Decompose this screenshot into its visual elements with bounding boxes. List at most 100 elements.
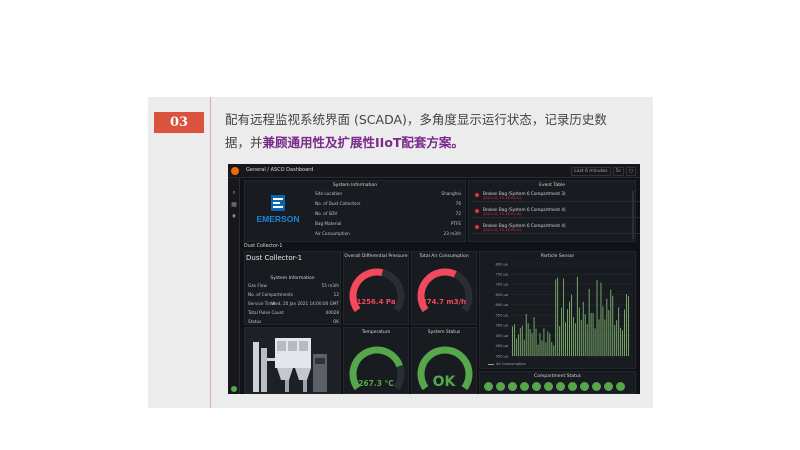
divider-line bbox=[210, 97, 211, 408]
user-avatar[interactable] bbox=[231, 386, 237, 392]
compartment-dot bbox=[616, 382, 625, 391]
event-time: 2021-01-25 14:02:14 bbox=[483, 196, 522, 200]
particle-bar bbox=[525, 313, 527, 356]
refresh-picker[interactable]: 5s bbox=[612, 167, 624, 176]
particle-bar bbox=[584, 314, 586, 356]
particle-bar bbox=[626, 294, 627, 356]
compartment-dot bbox=[568, 382, 577, 391]
info-label: Total Pulse Count bbox=[248, 310, 284, 315]
compartment-dot bbox=[496, 382, 505, 391]
info-row: Bag Material PTFE bbox=[315, 221, 461, 226]
particle-bar bbox=[602, 306, 604, 356]
y-tick-label: 700 µa bbox=[496, 283, 509, 287]
compartment-dot bbox=[520, 382, 529, 391]
caption-line-1: 配有远程监视系统界面 (SCADA)，多角度显示运行状态，记录历史数 bbox=[225, 112, 607, 127]
system-status-value: OK bbox=[432, 374, 456, 390]
y-tick-label: 800 µa bbox=[496, 262, 509, 266]
particle-bar bbox=[592, 313, 594, 356]
caption-line-2: 据，并兼顾通用性及扩展性IIoT配套方案。 bbox=[225, 131, 645, 154]
tv-mode-icon[interactable]: ▢ bbox=[625, 167, 636, 176]
compartment-dot bbox=[532, 382, 541, 391]
info-label: Site Location bbox=[315, 191, 343, 196]
info-row: No. of Compartments 12 bbox=[248, 292, 339, 297]
info-value: Wed, 20 Jan 2021 14:00:00 GMT bbox=[271, 301, 339, 306]
temperature-panel: Temperature 267.3 °C bbox=[343, 327, 409, 394]
particle-bar bbox=[578, 307, 580, 356]
top-tools: Last 6 minutes 5s ▢ bbox=[569, 167, 636, 176]
event-scrollbar[interactable] bbox=[632, 191, 634, 239]
info-value: 55 m3/h bbox=[321, 283, 339, 288]
time-range-picker[interactable]: Last 6 minutes bbox=[571, 167, 611, 176]
compartment-status-panel: Compartment Status bbox=[479, 371, 636, 394]
sidebar: ⌕ ▦ ♦ bbox=[228, 178, 240, 394]
particle-bar bbox=[596, 280, 598, 356]
pressure-value: 1256.4 Pa bbox=[356, 298, 396, 306]
particle-bar bbox=[574, 323, 576, 356]
info-value: Shanghai bbox=[441, 191, 461, 196]
compartment-dot bbox=[484, 382, 493, 391]
breadcrumb[interactable]: General / ASCO Dashboard bbox=[246, 167, 313, 173]
system-status-panel: System Status OK bbox=[411, 327, 477, 394]
event-row[interactable]: Broken Bag (System 6 Compartment 4) 2021-… bbox=[473, 207, 640, 218]
particle-bar bbox=[545, 342, 547, 356]
step-badge: 03 bbox=[154, 112, 204, 133]
info-value: 72 bbox=[455, 211, 461, 216]
air-value: 374.7 m3/h bbox=[421, 298, 467, 306]
temperature-title: Temperature bbox=[361, 330, 391, 335]
air-consumption-title: Total Air Consumption bbox=[419, 254, 469, 259]
pressure-title: Overall Differential Pressure bbox=[344, 254, 408, 259]
particle-sensor-panel: Particle Sensor 800 µa 750 µa 700 µa 650 µa… bbox=[479, 251, 636, 369]
compartment-dot bbox=[556, 382, 565, 391]
particle-bar bbox=[628, 296, 629, 356]
particle-bar bbox=[549, 333, 551, 356]
particle-bar bbox=[620, 327, 622, 356]
info-row: Service Time Wed, 20 Jan 2021 14:00:00 GM… bbox=[248, 301, 339, 306]
info-value: 76 bbox=[455, 201, 461, 206]
particle-bar bbox=[563, 278, 565, 356]
compartment-dot bbox=[580, 382, 589, 391]
dashboards-icon[interactable]: ▦ bbox=[231, 202, 237, 208]
pressure-panel: Overall Differential Pressure 1256.4 Pa bbox=[343, 251, 409, 325]
emerson-logo-icon: EMERSON bbox=[257, 195, 300, 224]
info-value: 23 m3/h bbox=[443, 231, 461, 236]
info-label: No. of Compartments bbox=[248, 292, 293, 297]
event-row[interactable]: Broken Bag (System 6 Compartment 4) 2021-… bbox=[473, 223, 640, 234]
event-time: 2021-01-25 14:01:44 bbox=[483, 212, 522, 216]
dust-collector-panel: Dust Collector-1 System Information Gas … bbox=[244, 251, 341, 325]
particle-bar bbox=[606, 298, 608, 356]
temperature-value: 267.3 °C bbox=[358, 379, 394, 388]
particle-bar bbox=[586, 324, 588, 356]
particle-legend: Air Consumption bbox=[488, 362, 526, 366]
pressure-gauge bbox=[349, 268, 405, 313]
particle-bar bbox=[600, 282, 602, 356]
y-tick-label: 750 µa bbox=[496, 273, 509, 277]
search-icon[interactable]: ⌕ bbox=[231, 190, 237, 196]
particle-bar bbox=[590, 312, 592, 356]
particle-bar bbox=[533, 317, 535, 356]
particle-bar bbox=[529, 328, 531, 356]
particle-bar bbox=[517, 334, 519, 356]
alert-icon[interactable]: ♦ bbox=[231, 214, 237, 220]
info-label: Bag Material bbox=[315, 221, 342, 226]
particle-bar bbox=[598, 319, 600, 356]
section-title[interactable]: Dust Collector-1 bbox=[244, 244, 282, 249]
dashboard-topbar: General / ASCO Dashboard Last 6 minutes 5… bbox=[228, 164, 640, 178]
particle-bar bbox=[519, 327, 521, 356]
event-row[interactable]: Broken Bag (System 6 Compartment 3) 2021-… bbox=[473, 191, 640, 202]
info-value: 40028 bbox=[325, 310, 339, 315]
caption-text: 配有远程监视系统界面 (SCADA)，多角度显示运行状态，记录历史数 据，并兼顾… bbox=[225, 108, 645, 154]
particle-bar bbox=[614, 325, 616, 356]
particle-bar bbox=[576, 276, 578, 356]
particle-bar bbox=[547, 331, 549, 356]
particle-bar bbox=[582, 301, 584, 356]
particle-bar bbox=[588, 288, 590, 356]
particle-bar bbox=[541, 340, 543, 356]
alert-heart-icon bbox=[475, 193, 479, 197]
emerson-logo-text: EMERSON bbox=[257, 214, 300, 224]
particle-bar bbox=[608, 310, 610, 356]
dust-collector-machine-icon bbox=[253, 338, 327, 392]
particle-bar bbox=[543, 328, 545, 356]
compartment-dot bbox=[592, 382, 601, 391]
grafana-logo-icon[interactable] bbox=[231, 167, 239, 175]
particle-bar bbox=[612, 295, 614, 356]
